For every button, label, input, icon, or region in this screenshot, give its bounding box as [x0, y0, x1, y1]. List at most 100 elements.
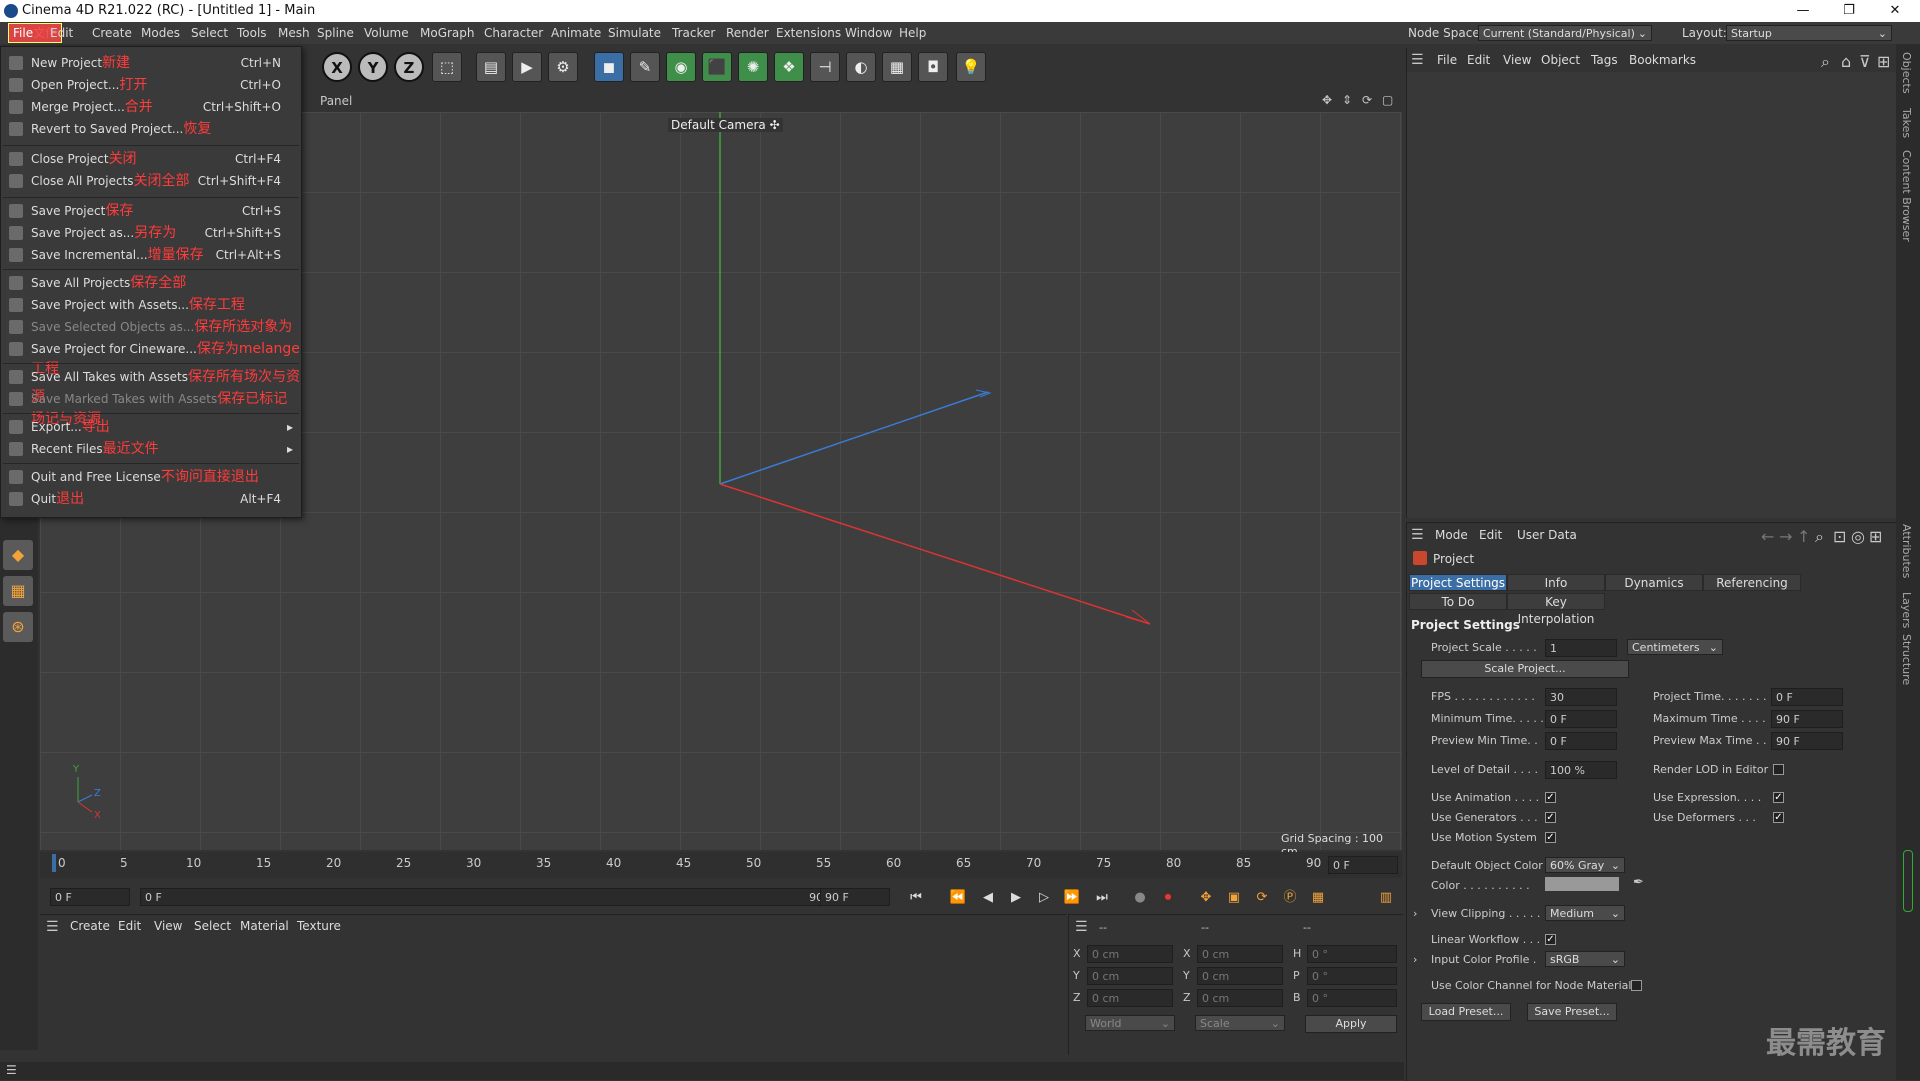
timeline-start-field[interactable]: 0 F [50, 888, 130, 906]
key-position-icon[interactable]: ✥ [1194, 886, 1218, 910]
filter-icon[interactable]: ⊽ [1859, 52, 1871, 71]
render-settings-icon[interactable]: ⚙ [548, 52, 578, 82]
use-expression-checkbox[interactable]: ✓ [1773, 792, 1784, 803]
object-list[interactable] [1407, 72, 1897, 518]
rot-p-field[interactable]: 0 ° [1307, 967, 1397, 985]
next-frame-icon[interactable]: ▷ [1032, 886, 1056, 910]
pos-x-field[interactable]: 0 cm [1087, 945, 1173, 963]
expand-arrow-icon[interactable]: › [1413, 953, 1417, 966]
mat-menu-select[interactable]: Select [194, 919, 231, 933]
side-tab-takes[interactable]: Takes [1900, 108, 1913, 138]
menu-item-save-project[interactable]: Save Project保存 Ctrl+S [1, 201, 301, 221]
subdivision-surface-icon[interactable]: ◉ [666, 52, 696, 82]
key-parameter-icon[interactable]: Ⓟ [1278, 886, 1302, 910]
new-window-icon[interactable]: ⊞ [1869, 527, 1882, 546]
tab-dynamics[interactable]: Dynamics [1605, 574, 1703, 591]
up-arrow-icon[interactable]: ↑ [1797, 527, 1810, 546]
preview-max-field[interactable]: 90 F [1771, 732, 1843, 750]
y-axis-lock-icon[interactable]: Y [358, 52, 388, 82]
mat-menu-view[interactable]: View [154, 919, 182, 933]
menu-item-save-incremental[interactable]: Save Incremental...增量保存 Ctrl+Alt+S [1, 245, 301, 265]
close-button[interactable]: ✕ [1872, 0, 1918, 22]
viewport-rotate-icon[interactable]: ⟳ [1362, 93, 1372, 107]
maximize-button[interactable]: ❐ [1826, 0, 1872, 22]
menu-spline[interactable]: Spline [317, 26, 354, 40]
size-z-field[interactable]: 0 cm [1197, 989, 1283, 1007]
rot-b-field[interactable]: 0 ° [1307, 989, 1397, 1007]
menu-render[interactable]: Render [726, 26, 769, 40]
texture-mode-icon[interactable]: ⊛ [3, 612, 33, 642]
menu-extensions[interactable]: Extensions [776, 26, 841, 40]
timeline-end-field[interactable]: 90 F [820, 888, 890, 906]
tab-info[interactable]: Info [1507, 574, 1605, 591]
menu-modes[interactable]: Modes [141, 26, 180, 40]
range-slider[interactable]: 0 F 90 F [140, 888, 840, 906]
key-scale-icon[interactable]: ▣ [1222, 886, 1246, 910]
menu-item-save-selected[interactable]: Save Selected Objects as...保存所选对象为 [1, 317, 301, 337]
next-key-icon[interactable]: ⏩ [1060, 886, 1084, 910]
menu-item-close-all[interactable]: Close All Projects关闭全部 Ctrl+Shift+F4 [1, 171, 301, 191]
menu-window[interactable]: Window [845, 26, 892, 40]
color-swatch[interactable] [1545, 877, 1619, 891]
coord-mode-select[interactable]: World ⌄ [1085, 1015, 1175, 1031]
layout-select[interactable]: Startup ⌄ [1726, 25, 1892, 41]
use-deformers-checkbox[interactable]: ✓ [1773, 812, 1784, 823]
coord-scale-select[interactable]: Scale ⌄ [1195, 1015, 1285, 1031]
record-disabled-icon[interactable]: ● [1128, 886, 1152, 910]
pos-z-field[interactable]: 0 cm [1087, 989, 1173, 1007]
play-icon[interactable]: ▶ [1004, 886, 1028, 910]
volume-builder-icon[interactable]: ❖ [774, 52, 804, 82]
tab-project-settings[interactable]: Project Settings [1409, 574, 1507, 591]
menu-item-quit[interactable]: Quit退出 Alt+F4 [1, 489, 301, 509]
forward-arrow-icon[interactable]: → [1779, 527, 1792, 546]
mat-menu-create[interactable]: Create [70, 919, 110, 933]
save-preset-button[interactable]: Save Preset... [1527, 1003, 1617, 1021]
go-to-start-icon[interactable]: ⏮ [904, 886, 928, 910]
hamburger-icon[interactable]: ☰ [1411, 52, 1424, 68]
settings-icon[interactable]: ◎ [1851, 527, 1865, 546]
view-clipping-select[interactable]: Medium ⌄ [1545, 905, 1625, 921]
hamburger-icon[interactable]: ☰ [46, 919, 59, 935]
minimize-button[interactable]: — [1780, 0, 1826, 22]
mat-menu-texture[interactable]: Texture [297, 919, 341, 933]
make-editable-icon[interactable]: ◆ [3, 540, 33, 570]
previous-key-icon[interactable]: ⏪ [946, 886, 970, 910]
tab-referencing[interactable]: Referencing [1703, 574, 1801, 591]
project-time-field[interactable]: 0 F [1771, 688, 1843, 706]
scale-project-button[interactable]: Scale Project... [1421, 660, 1629, 678]
attr-menu-user-data[interactable]: User Data [1517, 528, 1577, 542]
viewport-panel-menu[interactable]: Panel [320, 94, 352, 108]
hamburger-icon[interactable]: ☰ [6, 1063, 17, 1077]
obj-menu-object[interactable]: Object [1541, 53, 1580, 67]
linear-workflow-checkbox[interactable]: ✓ [1545, 934, 1556, 945]
obj-menu-file[interactable]: File [1437, 53, 1457, 67]
pen-spline-icon[interactable]: ✎ [630, 52, 660, 82]
viewport-zoom-icon[interactable]: ⇕ [1342, 93, 1352, 107]
menu-create[interactable]: Create [92, 26, 132, 40]
attr-menu-mode[interactable]: Mode [1435, 528, 1468, 542]
size-x-field[interactable]: 0 cm [1197, 945, 1283, 963]
apply-button[interactable]: Apply [1305, 1015, 1397, 1033]
side-tab-content-browser[interactable]: Content Browser [1900, 150, 1913, 242]
side-tab-layers[interactable]: Layers [1900, 592, 1913, 628]
menu-item-new-project[interactable]: New Project新建 Ctrl+N [1, 53, 301, 73]
light-icon[interactable]: 💡 [956, 52, 986, 82]
menu-simulate[interactable]: Simulate [608, 26, 661, 40]
rot-h-field[interactable]: 0 ° [1307, 945, 1397, 963]
timeline-ruler[interactable]: 0 5 10 15 20 25 30 35 40 45 50 55 60 65 … [40, 852, 1402, 878]
menu-tracker[interactable]: Tracker [672, 26, 715, 40]
menu-item-export[interactable]: Export...导出 ▸ [1, 417, 301, 437]
fps-field[interactable]: 30 [1545, 688, 1617, 706]
search-icon[interactable]: ⌕ [1815, 527, 1824, 547]
project-scale-field[interactable]: 1 [1545, 639, 1617, 657]
obj-menu-bookmarks[interactable]: Bookmarks [1629, 53, 1696, 67]
eyedropper-icon[interactable]: ✒ [1633, 875, 1644, 890]
go-to-end-icon[interactable]: ⏭ [1090, 886, 1114, 910]
lod-field[interactable]: 100 % [1545, 761, 1617, 779]
camera-label[interactable]: Default Camera ✣ [668, 118, 783, 132]
z-axis-lock-icon[interactable]: Z [394, 52, 424, 82]
key-rotation-icon[interactable]: ⟳ [1250, 886, 1274, 910]
default-color-select[interactable]: 60% Gray ⌄ [1545, 857, 1625, 873]
previous-frame-icon[interactable]: ◀ [976, 886, 1000, 910]
deformer-icon[interactable]: ⊣ [810, 52, 840, 82]
